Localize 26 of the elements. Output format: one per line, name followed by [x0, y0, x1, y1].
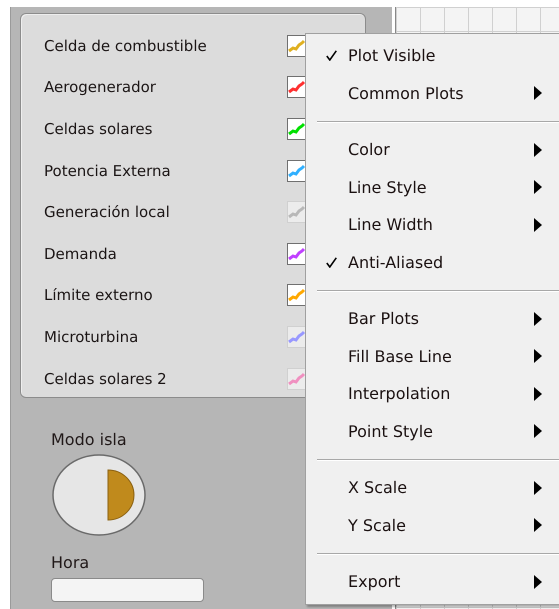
menu-item[interactable]: Plot Visible — [306, 37, 559, 74]
time-field[interactable] — [51, 578, 204, 602]
plot-name: Potencia Externa — [44, 162, 172, 180]
menu-item[interactable]: Point Style — [306, 412, 559, 450]
island-mode-toggle[interactable] — [51, 453, 147, 537]
plot-name: Celda de combustible — [44, 36, 208, 55]
plot-name: Microturbina — [44, 328, 140, 346]
plot-name: Límite externo — [44, 286, 154, 304]
menu-item[interactable]: Interpolation — [306, 375, 559, 412]
plot-name: Aerogenerador — [44, 78, 157, 96]
menu-item[interactable]: Common Plots — [306, 74, 559, 112]
menu-item[interactable]: Fill Base Line — [306, 338, 559, 375]
plot-name: Generación local — [44, 203, 171, 222]
menu-item[interactable]: Anti-Aliased — [306, 244, 559, 281]
menu-item[interactable]: Line Style — [306, 168, 559, 206]
menu-item[interactable]: Y Scale — [306, 506, 559, 544]
plot-name: Celdas solares — [44, 120, 154, 138]
plot-name: Celdas solares 2 — [44, 370, 168, 388]
menu-item[interactable]: Export — [306, 563, 559, 600]
menu-item[interactable]: Line Width — [306, 206, 559, 244]
menu-item[interactable]: X Scale — [306, 469, 559, 506]
menu-item[interactable]: Bar Plots — [306, 300, 559, 338]
time-label: Hora — [51, 553, 90, 572]
island-mode-label: Modo isla — [51, 430, 127, 449]
menu-item[interactable]: Color — [306, 131, 559, 168]
plot-name: Demanda — [44, 244, 118, 263]
